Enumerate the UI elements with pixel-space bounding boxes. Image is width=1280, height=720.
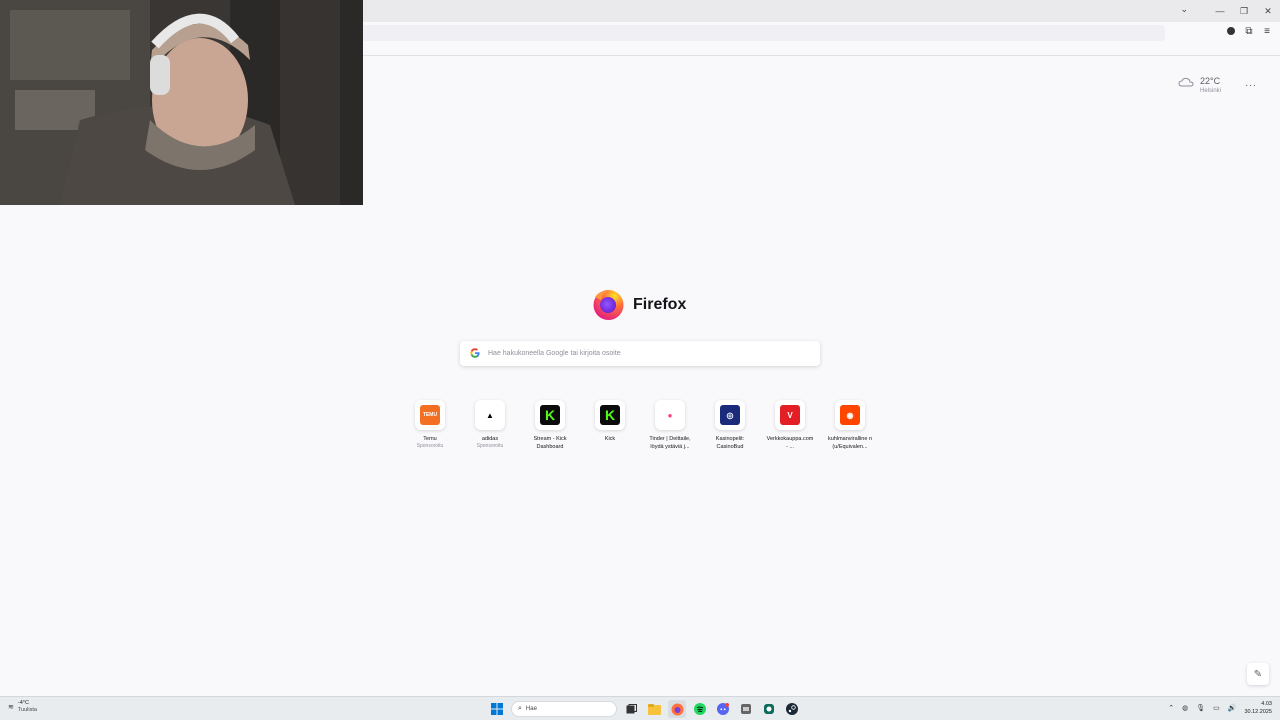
taskbar-weather[interactable]: ≋ -4°C Tuulista [8, 700, 37, 714]
weather-temperature: 22°C [1200, 76, 1221, 86]
site-favicon-icon: K [540, 405, 560, 425]
clock[interactable]: 4.03 30.12.2025 [1244, 700, 1272, 716]
top-site-2[interactable]: K Stream - Kick Dashboard [520, 400, 580, 451]
more-options-icon[interactable]: ··· [1245, 80, 1257, 91]
taskbar-weather-temp: -4°C [17, 700, 29, 706]
clock-date: 30.12.2025 [1244, 709, 1272, 715]
network-icon[interactable]: ▭ [1213, 704, 1220, 712]
firefox-icon [593, 290, 624, 320]
cloudy-weather-icon [1178, 77, 1194, 87]
taskbar-apps: ⌕ Hae [488, 700, 801, 718]
site-favicon-icon: ▲ [480, 405, 500, 425]
steam-icon[interactable] [783, 700, 801, 718]
top-site-title: Kick [604, 436, 616, 442]
top-site-tile[interactable]: ▲ [475, 400, 505, 430]
clock-time: 4.03 [1261, 701, 1272, 707]
menu-icon[interactable]: ≡ [1262, 25, 1272, 37]
top-site-3[interactable]: K Kick [580, 400, 640, 451]
window-controls: — ❐ ✕ [1208, 0, 1280, 22]
file-explorer-icon[interactable] [645, 700, 663, 718]
top-site-tile[interactable]: TEMU [415, 400, 445, 430]
weather-widget[interactable]: 22°C Helsinki [1178, 76, 1221, 95]
search-placeholder: Hae hakukoneella Google tai kirjoita oso… [488, 350, 621, 357]
discord-icon[interactable] [714, 700, 732, 718]
top-site-tile[interactable]: K [535, 400, 565, 430]
taskbar-search-label: Hae [525, 706, 537, 712]
google-icon [470, 347, 480, 360]
webcam-image [0, 0, 363, 205]
top-site-1[interactable]: ▲ adidas Sponsoroitu [460, 400, 520, 451]
site-favicon-icon: ◎ [720, 405, 740, 425]
game-app-icon[interactable] [737, 700, 755, 718]
search-input[interactable]: Hae hakukoneella Google tai kirjoita oso… [460, 341, 820, 366]
top-site-6[interactable]: V Verkkokauppa.com - ... [760, 400, 820, 451]
top-site-title: Kasinopelit: CasinoBud [715, 436, 745, 450]
microphone-icon[interactable]: 🎙 [1196, 704, 1205, 712]
firefox-taskbar-icon[interactable] [668, 700, 686, 718]
site-favicon-icon: ● [660, 405, 680, 425]
weather-location: Helsinki [1200, 88, 1222, 94]
top-sites: TEMU Temu Sponsoroitu ▲ adidas Sponsoroitu K St… [400, 400, 880, 451]
restore-icon[interactable]: ❐ [1232, 0, 1256, 22]
tray-app-icon[interactable]: ◍ [1182, 704, 1188, 712]
windows-start-icon[interactable] [488, 700, 506, 718]
taskbar: ≋ -4°C Tuulista ⌕ Hae ⌃ ◍ 🎙 ▭ 🔊 4.03 30.… [0, 696, 1280, 720]
site-favicon-icon: TEMU [420, 405, 440, 425]
top-site-tile[interactable]: ● [655, 400, 685, 430]
taskbar-search[interactable]: ⌕ Hae [511, 701, 617, 717]
top-site-title: adidas [481, 436, 499, 442]
site-favicon-icon: V [780, 405, 800, 425]
top-site-tile[interactable]: K [595, 400, 625, 430]
top-site-title: kuhlmanviralline n (u/Equivalen... [827, 436, 873, 450]
top-site-sponsored-label: Sponsoroitu [476, 443, 504, 449]
streaming-app-icon[interactable] [760, 700, 778, 718]
close-icon[interactable]: ✕ [1256, 0, 1280, 22]
taskbar-weather-condition: Tuulista [17, 707, 37, 713]
top-site-0[interactable]: TEMU Temu Sponsoroitu [400, 400, 460, 451]
top-site-7[interactable]: ◉ kuhlmanviralline n (u/Equivalen... [820, 400, 880, 451]
minimize-icon[interactable]: — [1208, 0, 1232, 22]
account-icon[interactable] [1226, 25, 1236, 37]
top-site-sponsored-label: Sponsoroitu [416, 443, 444, 449]
site-favicon-icon: ◉ [840, 405, 860, 425]
volume-icon[interactable]: 🔊 [1228, 704, 1237, 712]
top-site-tile[interactable]: ◉ [835, 400, 865, 430]
firefox-logo: Firefox [592, 288, 686, 321]
extensions-icon[interactable]: ⧉ [1244, 25, 1254, 37]
pencil-icon[interactable]: ✎ [1247, 663, 1269, 685]
top-site-tile[interactable]: V [775, 400, 805, 430]
task-view-icon[interactable] [622, 700, 640, 718]
webcam-overlay [0, 0, 363, 205]
search-icon: ⌕ [518, 705, 522, 712]
system-tray: ⌃ ◍ 🎙 ▭ 🔊 4.03 30.12.2025 [1168, 700, 1272, 716]
toolbar-icons: ⧉ ≡ [1226, 25, 1272, 37]
top-site-title: Stream - Kick Dashboard [533, 436, 567, 450]
top-site-title: Temu [423, 436, 437, 442]
top-site-4[interactable]: ● Tinder | Deittaile, löydä ystäviä j... [640, 400, 700, 451]
top-site-title: Tinder | Deittaile, löydä ystäviä j... [649, 436, 691, 450]
spotify-icon[interactable] [691, 700, 709, 718]
wind-icon: ≋ [8, 704, 14, 711]
firefox-wordmark: Firefox [633, 295, 687, 313]
site-favicon-icon: K [600, 405, 620, 425]
top-site-tile[interactable]: ◎ [715, 400, 745, 430]
chevron-up-icon[interactable]: ⌃ [1168, 704, 1174, 712]
top-site-5[interactable]: ◎ Kasinopelit: CasinoBud [700, 400, 760, 451]
top-site-title: Verkkokauppa.com - ... [766, 436, 814, 450]
chevron-down-icon[interactable]: ⌄ [1180, 4, 1188, 15]
